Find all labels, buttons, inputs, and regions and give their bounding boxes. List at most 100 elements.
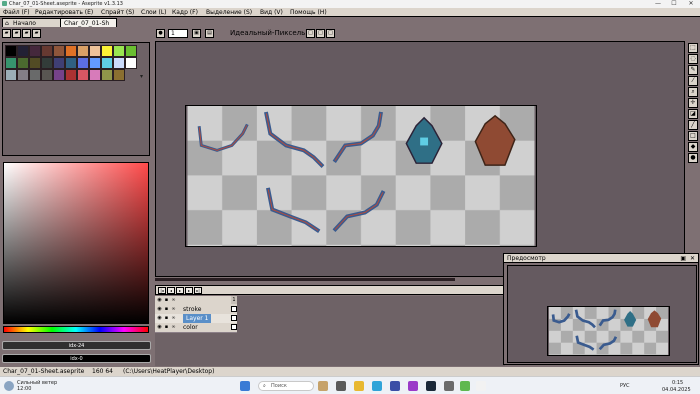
sprite-canvas[interactable] [185, 105, 537, 247]
steam-icon[interactable] [426, 381, 436, 391]
palette-swatch[interactable] [29, 57, 41, 69]
palette-edit-button[interactable]: ▰ [2, 29, 11, 38]
palette-swatch[interactable] [53, 69, 65, 81]
palette-swatch[interactable] [41, 57, 53, 69]
clock-time[interactable]: 0:15 [672, 380, 683, 386]
tool-eyedropper[interactable]: ⁄ [688, 76, 698, 86]
menu-sprite[interactable]: Спрайт (S) [101, 8, 134, 17]
prev-frame-button[interactable]: ◂ [167, 287, 175, 294]
palette-swatch[interactable] [113, 45, 125, 57]
palette-swatch[interactable] [53, 45, 65, 57]
taskbar-app-5[interactable] [444, 381, 454, 391]
palette-presets-button[interactable]: ▰ [22, 29, 31, 38]
brush-size-input[interactable]: 1 [168, 29, 188, 38]
layer-cel[interactable] [231, 315, 237, 321]
menu-view[interactable]: Вид (V) [260, 8, 283, 17]
link-icon[interactable]: ∞ [171, 306, 176, 312]
scroll-thumb[interactable] [155, 278, 455, 281]
menu-select[interactable]: Выделение (S) [206, 8, 252, 17]
frame-number[interactable]: 1 [231, 296, 237, 304]
taskbar-app-2[interactable] [336, 381, 346, 391]
palette-swatch[interactable] [77, 45, 89, 57]
start-button[interactable] [240, 381, 250, 391]
palette-sort-button[interactable]: ▰ [12, 29, 21, 38]
menu-file[interactable]: Файл (F) [3, 8, 30, 17]
palette-swatch[interactable] [89, 57, 101, 69]
tool-lasso[interactable]: ◌ [688, 54, 698, 64]
taskbar-search[interactable]: ⌕ Поиск [258, 381, 314, 391]
palette-swatch[interactable] [77, 57, 89, 69]
lock-icon[interactable]: ▪ [164, 306, 169, 312]
edge-icon[interactable] [372, 381, 382, 391]
palette-swatch[interactable] [29, 45, 41, 57]
mode-option-3[interactable]: □ [326, 29, 335, 38]
palette-swatch[interactable] [77, 69, 89, 81]
layer-row-color[interactable]: ◉ ▪ ∞ color [155, 323, 237, 333]
palette-swatch[interactable] [5, 69, 17, 81]
tool-rect-marquee[interactable]: ⬚ [688, 43, 698, 53]
hue-slider[interactable] [3, 326, 149, 333]
palette-swatch[interactable] [101, 45, 113, 57]
mode-option-2[interactable]: □ [316, 29, 325, 38]
menu-frame[interactable]: Кадр (F) [172, 8, 198, 17]
stamp-button[interactable]: ▣ [192, 29, 201, 38]
menu-edit[interactable]: Редактировать (E) [35, 8, 93, 17]
brush-type-button[interactable]: ● [156, 29, 165, 38]
palette-more-icon[interactable]: ▾ [140, 73, 143, 80]
menu-help[interactable]: Помощь (H) [290, 8, 327, 17]
palette-swatch[interactable] [17, 45, 29, 57]
foreground-color-button[interactable]: idx-24 [2, 341, 151, 350]
palette-swatch[interactable] [65, 57, 77, 69]
tool-blur[interactable]: ● [688, 153, 698, 163]
palette-swatch[interactable] [125, 57, 137, 69]
palette-swatch[interactable] [101, 57, 113, 69]
visibility-eye-icon[interactable]: ◉ [157, 315, 162, 321]
background-color-button[interactable]: idx-0 [2, 354, 151, 363]
first-frame-button[interactable]: |◂ [158, 287, 166, 294]
lock-icon[interactable]: ▪ [164, 315, 169, 321]
weather-icon[interactable] [4, 381, 14, 391]
color-spectrum-picker[interactable] [3, 162, 149, 324]
link-icon[interactable]: ∞ [171, 315, 176, 321]
preview-viewport[interactable] [507, 265, 697, 363]
palette-swatch[interactable] [89, 69, 101, 81]
preview-options-icon[interactable]: ▣ [680, 254, 686, 263]
preview-close-icon[interactable]: ✕ [690, 254, 695, 263]
tool-rectangle[interactable]: □ [688, 131, 698, 141]
close-window-button[interactable]: ✕ [685, 0, 697, 8]
visibility-eye-icon[interactable]: ◉ [157, 297, 162, 303]
layer-cel[interactable] [231, 324, 237, 330]
palette-swatch[interactable] [125, 45, 137, 57]
visibility-eye-icon[interactable]: ◉ [157, 324, 162, 330]
taskbar-app-3[interactable] [390, 381, 400, 391]
last-frame-button[interactable]: ▸| [194, 287, 202, 294]
palette-swatch[interactable] [17, 57, 29, 69]
palette-swatch[interactable] [29, 69, 41, 81]
palette-swatch[interactable] [89, 45, 101, 57]
palette-swatch[interactable] [101, 69, 113, 81]
minimize-button[interactable]: — [652, 0, 664, 8]
tool-move[interactable]: ✛ [688, 98, 698, 108]
link-icon[interactable]: ∞ [171, 297, 176, 303]
layer-cel[interactable] [231, 306, 237, 312]
mode-option-1[interactable]: □ [306, 29, 315, 38]
clock-date[interactable]: 04.04.2025 [662, 387, 691, 393]
lock-icon[interactable]: ▪ [164, 324, 169, 330]
palette-swatch[interactable] [17, 69, 29, 81]
palette-swatch[interactable] [65, 45, 77, 57]
palette-swatch[interactable] [5, 45, 17, 57]
maximize-button[interactable]: ☐ [668, 0, 680, 8]
visibility-eye-icon[interactable]: ◉ [157, 306, 162, 312]
lock-icon[interactable]: ▪ [164, 297, 169, 303]
palette-swatch[interactable] [41, 45, 53, 57]
file-explorer-icon[interactable] [354, 381, 364, 391]
tool-fill[interactable]: ◆ [688, 142, 698, 152]
palette-swatch[interactable] [65, 69, 77, 81]
palette-swatch[interactable] [5, 57, 17, 69]
language-indicator[interactable]: РУС [620, 383, 630, 389]
palette-swatch[interactable] [53, 57, 65, 69]
play-button[interactable]: ▸ [176, 287, 184, 294]
palette-swatch[interactable] [113, 57, 125, 69]
ink-button[interactable]: ▤ [205, 29, 214, 38]
yandex-browser-icon[interactable] [476, 381, 486, 391]
